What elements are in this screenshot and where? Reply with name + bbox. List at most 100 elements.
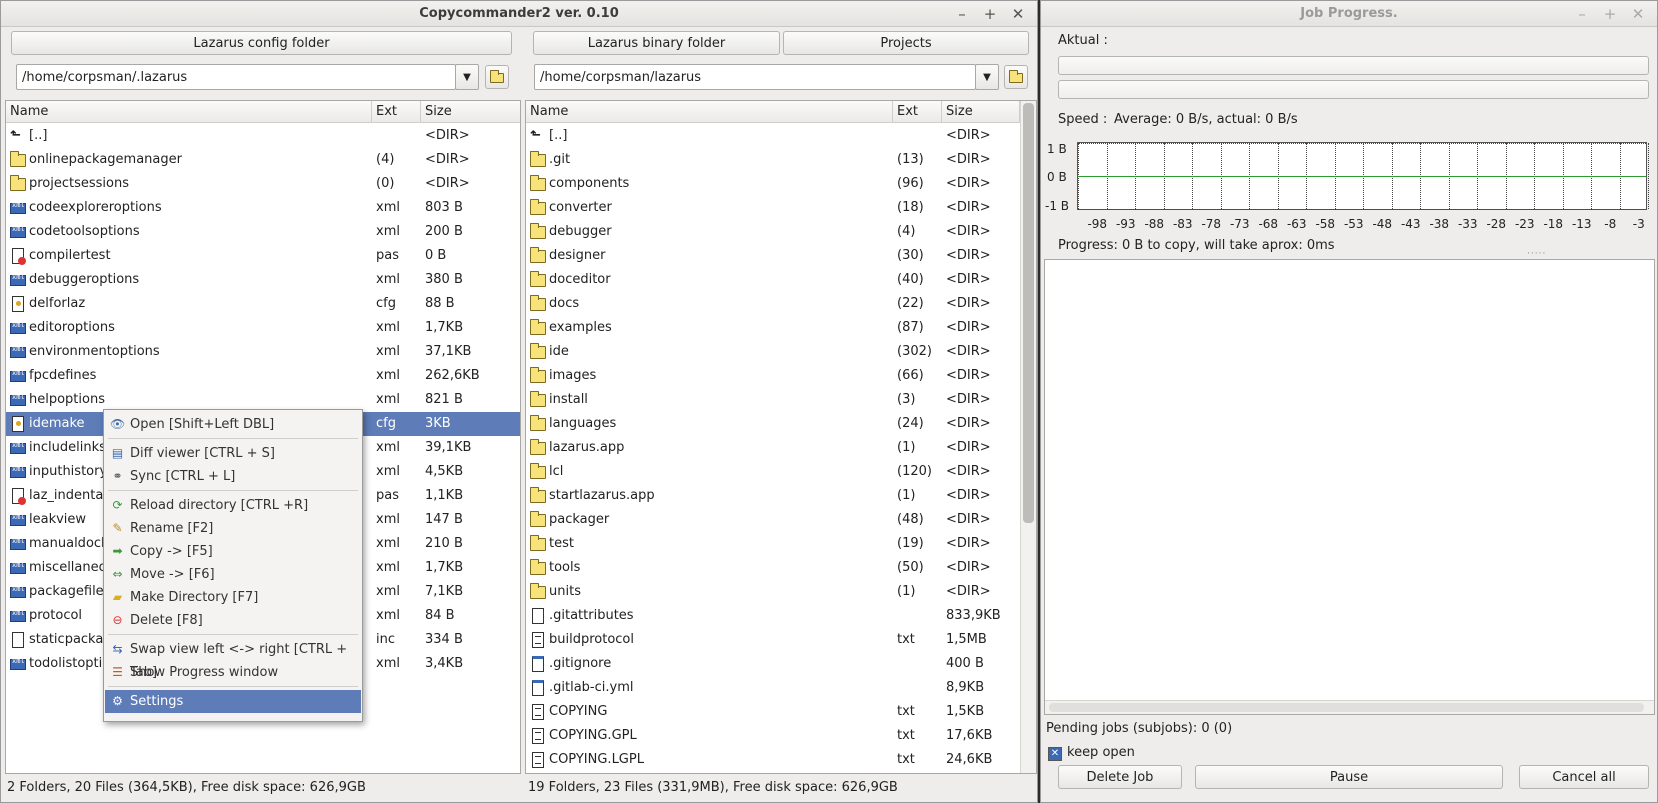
table-row[interactable]: COPYING.GPL txt 17,6KB bbox=[526, 724, 1036, 748]
table-row[interactable]: startlazarus.app (1) <DIR> bbox=[526, 484, 1036, 508]
cell-ext: xml bbox=[376, 584, 400, 599]
job-list-pane[interactable] bbox=[1044, 259, 1655, 715]
xml-file-icon bbox=[10, 441, 26, 454]
menu-item-make[interactable]: ▰ Make Directory [F7] bbox=[105, 586, 361, 609]
right-browse-folder-button[interactable] bbox=[1004, 65, 1028, 89]
table-row[interactable]: packager (48) <DIR> bbox=[526, 508, 1036, 532]
table-row[interactable]: lcl (120) <DIR> bbox=[526, 460, 1036, 484]
table-row[interactable]: onlinepackagemanager (4) <DIR> bbox=[6, 148, 520, 172]
right-path-dropdown[interactable]: ▼ bbox=[975, 64, 999, 90]
table-row[interactable]: .gitlab-ci.yml 8,9KB bbox=[526, 676, 1036, 700]
table-row[interactable]: codetoolsoptions xml 200 B bbox=[6, 220, 520, 244]
menu-item-settings[interactable]: ⚙ Settings bbox=[105, 690, 361, 713]
right-path-combo[interactable]: /home/corpsman/lazarus bbox=[534, 64, 976, 90]
table-row[interactable]: tools (50) <DIR> bbox=[526, 556, 1036, 580]
lazarus-binary-folder-button[interactable]: Lazarus binary folder bbox=[533, 31, 780, 55]
left-browse-folder-button[interactable] bbox=[485, 65, 509, 89]
folder-icon bbox=[530, 271, 546, 287]
close-button[interactable]: ✕ bbox=[1007, 4, 1029, 24]
table-row[interactable]: projectsessions (0) <DIR> bbox=[6, 172, 520, 196]
table-row[interactable]: lazarus.app (1) <DIR> bbox=[526, 436, 1036, 460]
splitter-grip[interactable]: ····· bbox=[1527, 249, 1546, 259]
table-row[interactable]: .git (13) <DIR> bbox=[526, 148, 1036, 172]
cell-ext: (40) bbox=[897, 272, 924, 287]
table-row[interactable]: codeexploreroptions xml 803 B bbox=[6, 196, 520, 220]
table-row[interactable]: editoroptions xml 1,7KB bbox=[6, 316, 520, 340]
table-row[interactable]: designer (30) <DIR> bbox=[526, 244, 1036, 268]
keep-open-checkbox[interactable]: ✕ bbox=[1048, 747, 1062, 761]
menu-item-copy[interactable]: ➡ Copy -> [F5] bbox=[105, 540, 361, 563]
cell-ext: xml bbox=[376, 344, 400, 359]
column-ext[interactable]: Ext bbox=[893, 101, 942, 123]
table-row[interactable]: debugger (4) <DIR> bbox=[526, 220, 1036, 244]
minimize-button[interactable]: – bbox=[1571, 4, 1593, 24]
column-ext[interactable]: Ext bbox=[372, 101, 421, 123]
column-name[interactable]: Name bbox=[526, 101, 893, 123]
right-list-scrollbar[interactable] bbox=[1020, 101, 1036, 773]
projects-button[interactable]: Projects bbox=[783, 31, 1029, 55]
table-row[interactable]: environmentoptions xml 37,1KB bbox=[6, 340, 520, 364]
table-row[interactable]: converter (18) <DIR> bbox=[526, 196, 1036, 220]
table-row[interactable]: COPYING.LGPL txt 24,6KB bbox=[526, 748, 1036, 772]
table-row[interactable]: .gitignore 400 B bbox=[526, 652, 1036, 676]
table-row[interactable]: test (19) <DIR> bbox=[526, 532, 1036, 556]
left-path-dropdown[interactable]: ▼ bbox=[455, 64, 479, 90]
graph-y-label-mid: 0 B bbox=[1047, 170, 1067, 184]
table-row[interactable]: COPYING txt 1,5KB bbox=[526, 700, 1036, 724]
table-row[interactable]: examples (87) <DIR> bbox=[526, 316, 1036, 340]
cell-ext: xml bbox=[376, 392, 400, 407]
scrollbar-thumb[interactable] bbox=[1023, 103, 1034, 523]
table-row[interactable]: compilertest pas 0 B bbox=[6, 244, 520, 268]
table-row[interactable]: buildprotocol txt 1,5MB bbox=[526, 628, 1036, 652]
cell-ext: xml bbox=[376, 656, 400, 671]
job-progress-window: Job Progress. – + ✕ Aktual : Speed : Ave… bbox=[1040, 0, 1658, 803]
left-path-combo[interactable]: /home/corpsman/.lazarus bbox=[16, 64, 456, 90]
table-row[interactable]: install (3) <DIR> bbox=[526, 388, 1036, 412]
table-row[interactable]: debuggeroptions xml 380 B bbox=[6, 268, 520, 292]
lazarus-config-folder-button[interactable]: Lazarus config folder bbox=[11, 31, 512, 55]
menu-item-delete[interactable]: ⊖ Delete [F8] bbox=[105, 609, 361, 632]
close-button[interactable]: ✕ bbox=[1627, 4, 1649, 24]
table-row[interactable]: ide (302) <DIR> bbox=[526, 340, 1036, 364]
cell-name: compilertest bbox=[29, 248, 111, 263]
menu-item-reload[interactable]: ⟳ Reload directory [CTRL +R] bbox=[105, 494, 361, 517]
cancel-all-button[interactable]: Cancel all bbox=[1519, 765, 1649, 789]
job-list-hscroll[interactable] bbox=[1045, 700, 1654, 714]
table-row[interactable]: components (96) <DIR> bbox=[526, 172, 1036, 196]
table-row[interactable]: ⬑ [..] <DIR> bbox=[526, 124, 1036, 148]
minimize-button[interactable]: – bbox=[951, 4, 973, 24]
table-row[interactable]: doceditor (40) <DIR> bbox=[526, 268, 1036, 292]
delete-job-button[interactable]: Delete Job bbox=[1058, 765, 1182, 789]
column-name[interactable]: Name bbox=[6, 101, 372, 123]
right-file-list[interactable]: Name Ext Size ⬑ [..] <DIR> .git (13) <DIR> com… bbox=[525, 100, 1037, 774]
folder-icon bbox=[1009, 70, 1023, 83]
menu-item-show[interactable]: ☰ Show Progress window bbox=[105, 661, 361, 684]
table-row[interactable]: ⬑ [..] <DIR> bbox=[6, 124, 520, 148]
graph-x-tick: -48 bbox=[1372, 217, 1393, 231]
column-size[interactable]: Size bbox=[942, 101, 1020, 123]
text-file-icon bbox=[532, 728, 544, 744]
menu-item-diff[interactable]: ▤ Diff viewer [CTRL + S] bbox=[105, 442, 361, 465]
scrollbar-thumb[interactable] bbox=[1049, 703, 1644, 712]
menu-item-move[interactable]: ⇔ Move -> [F6] bbox=[105, 563, 361, 586]
menu-item-swap[interactable]: ⇆ Swap view left <-> right [CTRL + Tab] bbox=[105, 638, 361, 680]
pause-button[interactable]: Pause bbox=[1195, 765, 1503, 789]
graph-gridline bbox=[1078, 209, 1646, 210]
maximize-button[interactable]: + bbox=[1599, 4, 1621, 24]
table-row[interactable]: fpcdefines xml 262,6KB bbox=[6, 364, 520, 388]
table-row[interactable]: docs (22) <DIR> bbox=[526, 292, 1036, 316]
menu-item-rename[interactable]: ✎ Rename [F2] bbox=[105, 517, 361, 540]
cell-size: <DIR> bbox=[946, 584, 991, 599]
table-row[interactable]: languages (24) <DIR> bbox=[526, 412, 1036, 436]
table-row[interactable]: delforlaz cfg 88 B bbox=[6, 292, 520, 316]
menu-item-sync[interactable]: ⚭ Sync [CTRL + L] bbox=[105, 465, 361, 488]
column-size[interactable]: Size bbox=[421, 101, 520, 123]
menu-item-open[interactable]: 👁 Open [Shift+Left DBL] bbox=[105, 413, 361, 436]
cell-ext: (22) bbox=[897, 296, 924, 311]
table-row[interactable]: images (66) <DIR> bbox=[526, 364, 1036, 388]
maximize-button[interactable]: + bbox=[979, 4, 1001, 24]
cell-name: units bbox=[549, 584, 581, 599]
folder-icon bbox=[530, 343, 546, 359]
table-row[interactable]: .gitattributes 833,9KB bbox=[526, 604, 1036, 628]
table-row[interactable]: units (1) <DIR> bbox=[526, 580, 1036, 604]
